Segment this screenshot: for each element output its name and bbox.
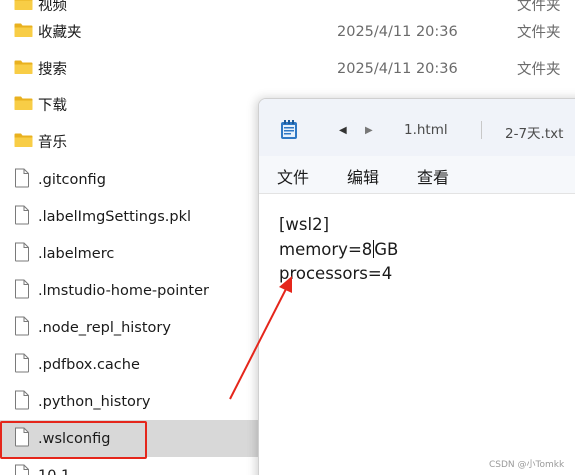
file-icon [14,168,30,192]
file-row[interactable]: 搜索 2025/4/11 20:36 文件夹 [0,50,575,87]
file-name: .pdfbox.cache [38,356,140,373]
file-icon [14,242,30,266]
csdn-watermark: CSDN @小Tomkk [489,460,565,470]
file-name: .gitconfig [38,171,106,188]
tab-2-7-txt[interactable]: 2-7天.txt [505,122,563,142]
file-name: 下载 [38,98,67,114]
notepad-text-area[interactable]: [wsl2] memory=8 GB processors=4 [279,213,398,287]
folder-icon [14,132,33,151]
file-name: .lmstudio-home-pointer [38,282,209,299]
file-icon [14,390,30,414]
file-icon [14,316,30,340]
file-type: 文件夹 [517,62,561,78]
folder-icon [14,0,33,14]
text-line-2-after-caret: GB [374,239,399,259]
notepad-window: ◀ ▶ 1.html 2-7天.txt 文件 编辑 查看 [wsl2] memo… [258,98,575,475]
text-line-1: [wsl2] [279,215,330,234]
tab-1-html[interactable]: 1.html [404,122,448,138]
file-name: 10.1 [38,468,70,475]
file-name: .python_history [38,393,151,410]
file-icon [14,205,30,229]
text-line-2-before-caret: memory=8 [279,239,373,259]
file-name: .node_repl_history [38,319,171,336]
file-icon [14,279,30,303]
file-date-modified: 2025/4/11 20:36 [337,60,458,77]
tab-scroll-left-icon[interactable]: ◀ [339,125,347,136]
file-icon [14,464,30,475]
tab-separator [481,121,482,139]
file-name: 收藏夹 [38,25,82,41]
folder-icon [14,22,33,41]
tab-scroll-right-icon[interactable]: ▶ [365,125,373,136]
text-line-3: processors=4 [279,264,393,283]
text-line-2: memory=8 GB [279,238,398,263]
file-name: 音乐 [38,135,67,151]
menu-file[interactable]: 文件 [277,164,309,188]
file-name: .labelImgSettings.pkl [38,208,191,225]
file-name: 搜索 [38,62,67,78]
file-icon [14,353,30,377]
file-row[interactable]: 收藏夹 2025/4/11 20:36 文件夹 [0,13,575,50]
notepad-menubar: 文件 编辑 查看 [259,156,575,194]
folder-icon [14,59,33,78]
file-date-modified: 2025/4/11 20:36 [337,23,458,40]
menu-view[interactable]: 查看 [417,164,449,188]
notepad-app-icon [281,120,297,139]
wslconfig-highlight-box [0,421,147,459]
menu-edit[interactable]: 编辑 [347,164,379,188]
folder-icon [14,95,33,114]
file-type: 文件夹 [517,25,561,41]
file-name: .labelmerc [38,245,115,262]
notepad-titlebar: ◀ ▶ 1.html 2-7天.txt [259,99,575,156]
